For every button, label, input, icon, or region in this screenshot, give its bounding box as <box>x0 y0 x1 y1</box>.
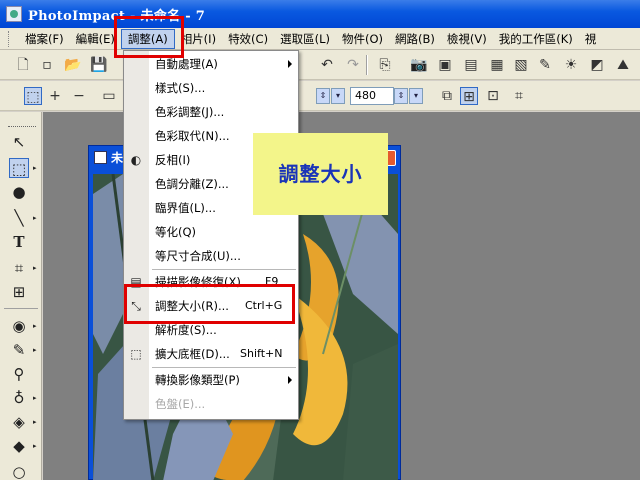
menu-workspace[interactable]: 我的工作區(K) <box>493 29 579 49</box>
bump-tool-icon[interactable]: ● <box>9 182 29 202</box>
fixed-ratio-icon[interactable]: ⊞ <box>460 87 478 105</box>
menu-item-resize[interactable]: ⤡ 調整大小(R)... Ctrl+G <box>124 294 298 318</box>
standard-toolbar: 🗋 ▫ 📂 💾 ↶ ↷ ⎘ 📷 ▣ ▤ ▦ ▧ ✎ ☀ ◩ ⛰ <box>0 50 640 80</box>
selection-tool-icon[interactable]: ⬚ <box>9 158 29 178</box>
pick-tool-icon[interactable]: ↖ <box>9 132 29 152</box>
menu-adjust[interactable]: 調整(A) <box>120 28 175 49</box>
scanner-icon[interactable]: ⎘ <box>376 56 394 74</box>
expand-canvas-icon: ⬚ <box>130 347 142 361</box>
open-icon[interactable]: 📂 <box>64 56 82 74</box>
submenu-arrow-icon <box>288 60 292 68</box>
redo-icon[interactable]: ↷ <box>344 56 362 74</box>
clone-tool-icon[interactable]: ♁ <box>9 388 29 408</box>
width-dropdown-button[interactable]: ▾ <box>331 88 345 104</box>
save-icon[interactable]: 💾 <box>90 56 108 74</box>
menu-file[interactable]: 檔案(F) <box>19 29 70 49</box>
resize-icon: ⤡ <box>131 299 141 313</box>
menu-item-style[interactable]: 樣式(S)... <box>124 76 298 100</box>
menu-item-color-adjust[interactable]: 色彩調整(J)... <box>124 100 298 124</box>
zoom-tool-icon[interactable]: ○ <box>9 462 29 480</box>
window-title: PhotoImpact - 未命名 - 7 <box>28 8 206 24</box>
height-input[interactable]: 480 <box>350 87 394 105</box>
menu-item-equal-size-merge[interactable]: 等尺寸合成(U)... <box>124 244 298 268</box>
eye-tool-icon[interactable]: ◉ <box>9 316 29 336</box>
menu-selection[interactable]: 選取區(L) <box>274 29 336 49</box>
scan-icon: ▤ <box>130 275 142 289</box>
menu-object[interactable]: 物件(O) <box>336 29 389 49</box>
undo-icon[interactable]: ↶ <box>318 56 336 74</box>
crop-icon[interactable]: ⌗ <box>510 87 528 105</box>
album-icon[interactable]: ▧ <box>512 56 530 74</box>
menu-item-resolution[interactable]: 解析度(S)... <box>124 318 298 342</box>
fill-tool-icon[interactable]: ◆ <box>9 436 29 456</box>
gallery-icon[interactable]: ▦ <box>488 56 506 74</box>
image-icon[interactable]: ◩ <box>588 56 606 74</box>
brush-icon[interactable]: ✎ <box>536 56 554 74</box>
monitor-icon[interactable]: ▣ <box>436 56 454 74</box>
menu-item-convert-type[interactable]: 轉換影像類型(P) <box>124 368 298 392</box>
menu-photo[interactable]: 相片(I) <box>175 29 222 49</box>
landscape-icon[interactable]: ⛰ <box>614 56 632 74</box>
menu-item-expand-canvas[interactable]: ⬚ 擴大底框(D)... Shift+N <box>124 342 298 366</box>
eraser-tool-icon[interactable]: ◈ <box>9 412 29 432</box>
paint-brush-tool-icon[interactable]: ✎ <box>9 340 29 360</box>
new-file-icon[interactable]: 🗋 <box>14 56 32 74</box>
menu-bar: 檔案(F) 編輯(E) 調整(A) 相片(I) 特效(C) 選取區(L) 物件(… <box>0 28 640 50</box>
document-title: 未 <box>111 151 124 165</box>
shape-icon[interactable]: ▭ <box>100 87 118 105</box>
title-bar: PhotoImpact - 未命名 - 7 <box>0 0 640 28</box>
snap-icon[interactable]: ⊡ <box>484 87 502 105</box>
transform-icon[interactable]: ⧉ <box>438 87 456 105</box>
camera-icon[interactable]: 📷 <box>410 56 428 74</box>
menu-item-auto-process[interactable]: 自動處理(A) <box>124 52 298 76</box>
subtract-icon[interactable]: − <box>70 87 88 105</box>
attribute-toolbar: ⬚ + − ▭ ⇕ ▾ 480 ⇕ ▾ ⧉ ⊞ ⊡ ⌗ <box>0 81 640 111</box>
menu-item-palette: 色盤(E)... <box>155 397 206 411</box>
app-icon <box>6 6 22 22</box>
new-image-icon[interactable]: ▫ <box>38 56 56 74</box>
callout-label: 調整大小 <box>253 133 388 215</box>
add-icon[interactable]: + <box>46 87 64 105</box>
menu-effect[interactable]: 特效(C) <box>222 29 274 49</box>
menu-view[interactable]: 檢視(V) <box>441 29 493 49</box>
height-dropdown-button[interactable]: ▾ <box>409 88 423 104</box>
line-tool-icon[interactable]: ╲ <box>9 208 29 228</box>
screen-capture-icon[interactable]: ▤ <box>462 56 480 74</box>
menu-window[interactable]: 視 <box>579 29 603 49</box>
stamp-tool-icon[interactable]: ⚲ <box>9 364 29 384</box>
submenu-arrow-icon <box>288 376 292 384</box>
height-spin-button[interactable]: ⇕ <box>394 88 408 104</box>
document-icon <box>94 151 107 164</box>
adjust-menu: 自動處理(A) 樣式(S)... 色彩調整(J)... 色彩取代(N)... ◐… <box>123 50 299 420</box>
menu-web[interactable]: 網路(B) <box>389 29 441 49</box>
transform-tool-icon[interactable]: ⊞ <box>9 282 29 302</box>
select-mode-icon[interactable]: ⬚ <box>24 87 42 105</box>
width-spin-button[interactable]: ⇕ <box>316 88 330 104</box>
menu-item-equalize[interactable]: 等化(Q) <box>124 220 298 244</box>
callout-text: 調整大小 <box>278 162 363 186</box>
crop-tool-icon[interactable]: ⌗ <box>9 258 29 278</box>
invert-icon: ◐ <box>130 153 142 167</box>
brightness-icon[interactable]: ☀ <box>562 56 580 74</box>
menubar-grip[interactable] <box>8 30 11 47</box>
menu-edit[interactable]: 編輯(E) <box>70 29 121 49</box>
text-tool-icon[interactable]: T <box>9 232 29 252</box>
tool-panel: ↖ ⬚ ▸ ● ╲ ▸ T ⌗ ▸ ⊞ ◉ ▸ ✎ ▸ ⚲ ♁ ▸ ◈ ▸ ◆ … <box>0 112 42 480</box>
menu-item-scan-repair[interactable]: ▤ 掃描影像修復(X)... F9 <box>124 270 298 294</box>
